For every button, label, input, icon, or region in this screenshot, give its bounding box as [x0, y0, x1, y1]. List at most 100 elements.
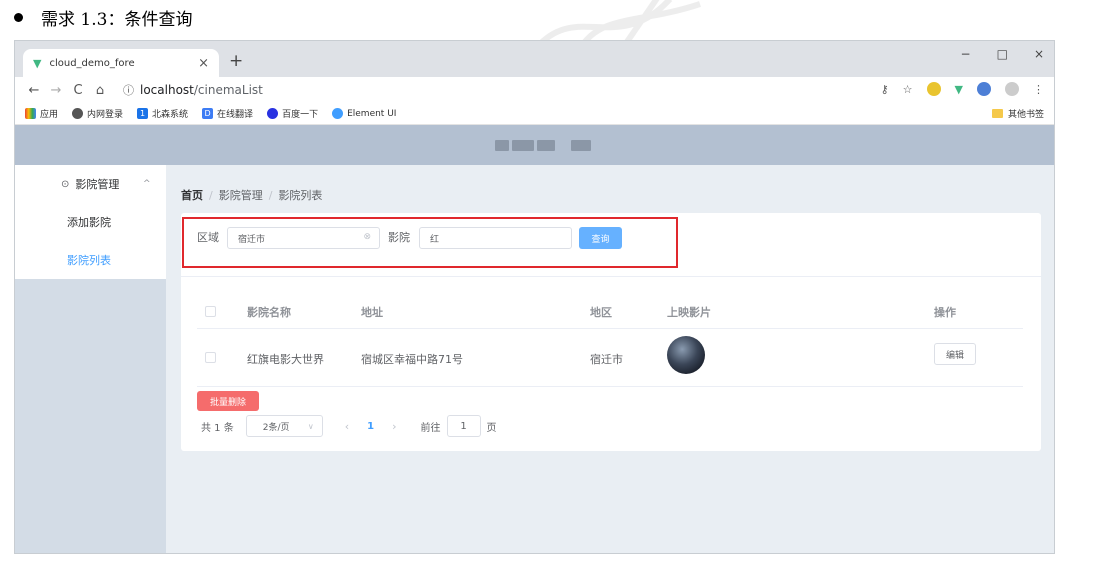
bookmark-translate[interactable]: D 在线翻译 — [202, 107, 253, 120]
clear-icon[interactable]: ⊗ — [363, 232, 371, 242]
maximize-button[interactable]: □ — [997, 47, 1008, 61]
blurred-app-title — [495, 140, 591, 151]
bookmark-element-ui[interactable]: Element UI — [332, 108, 396, 119]
region-cell: 宿迁市 — [590, 353, 623, 366]
browser-tab[interactable]: ▼ cloud_demo_fore × — [23, 49, 219, 77]
cinema-name-cell: 红旗电影大世界 — [247, 353, 324, 366]
row-checkbox[interactable] — [205, 352, 216, 363]
bookmark-baidu[interactable]: 百度一下 — [267, 107, 318, 120]
reload-icon[interactable]: C — [67, 83, 89, 98]
column-header-movies: 上映影片 — [667, 306, 711, 319]
location-icon: ⊙ — [61, 178, 70, 190]
goto-page-input[interactable]: 1 — [446, 415, 481, 437]
cinema-name-input[interactable]: 红 — [419, 227, 572, 249]
chevron-down-icon: ∨ — [307, 421, 314, 431]
extension-icon[interactable] — [926, 82, 941, 96]
element-ui-icon — [332, 108, 344, 119]
breadcrumb-cinema-list: 影院列表 — [278, 189, 323, 202]
address-bar: ← → C ⌂ ⓘ localhost /cinemaList ⚷ ☆ ▼ ⋮ — [15, 77, 1054, 103]
new-tab-button[interactable]: + — [229, 51, 243, 71]
cinema-label: 影院 — [388, 231, 410, 244]
pagination-total: 共 1 条 — [201, 422, 234, 434]
bookmarks-bar: 应用 内网登录 1 北森系统 D 在线翻译 百度一下 Element UI 其他… — [15, 103, 1054, 125]
extension-icon[interactable] — [977, 82, 991, 96]
bookmark-intranet[interactable]: 内网登录 — [72, 107, 123, 120]
sidebar-group-cinema-management[interactable]: ⊙ 影院管理 ^ — [15, 165, 166, 203]
bookmark-beisen[interactable]: 1 北森系统 — [137, 107, 188, 120]
content-card: 区域 宿迁市 ⊗ 影院 红 查询 影院名称 地址 地区 上映影片 操作 红旗电影… — [181, 213, 1041, 451]
page-size-select[interactable]: 2条/页 ∨ — [245, 415, 323, 437]
url-path: /cinemaList — [193, 83, 263, 97]
column-header-name: 影院名称 — [247, 306, 291, 319]
app-header — [15, 125, 1054, 165]
beisen-icon: 1 — [137, 108, 149, 119]
url-host: localhost — [140, 83, 194, 97]
forward-icon[interactable]: → — [45, 83, 67, 98]
query-button[interactable]: 查询 — [579, 227, 622, 249]
column-header-region: 地区 — [590, 306, 612, 319]
sidebar-menu: ⊙ 影院管理 ^ 添加影院 影院列表 — [15, 165, 166, 279]
cinema-name-value: 红 — [430, 234, 440, 245]
address-cell: 宿城区幸福中路71号 — [361, 353, 463, 366]
goto-suffix: 页 — [486, 422, 497, 434]
info-icon[interactable]: ⓘ — [123, 82, 134, 98]
region-label: 区域 — [197, 231, 219, 244]
sidebar-item-label: 影院列表 — [67, 254, 111, 267]
region-value: 宿迁市 — [238, 234, 266, 245]
column-header-actions: 操作 — [934, 306, 956, 319]
tab-close-icon[interactable]: × — [198, 56, 209, 71]
profile-avatar-icon[interactable] — [1005, 82, 1019, 96]
baidu-paw-icon — [267, 108, 279, 119]
close-window-button[interactable]: × — [1034, 47, 1044, 61]
goto-prefix: 前往 — [420, 422, 441, 434]
sidebar-group-label: 影院管理 — [75, 178, 120, 191]
sidebar-item-add-cinema[interactable]: 添加影院 — [15, 203, 166, 241]
table-header: 影院名称 地址 地区 上映影片 操作 — [197, 293, 1023, 329]
bullet-icon — [14, 12, 23, 22]
pagination: 共 1 条 2条/页 ∨ ‹ 1 › 前往 1 页 — [201, 415, 497, 437]
key-icon[interactable]: ⚷ — [881, 83, 889, 96]
sidebar-item-label: 添加影院 — [67, 216, 111, 229]
minimize-button[interactable]: − — [961, 47, 971, 61]
breadcrumb-separator: / — [209, 188, 213, 202]
breadcrumb-home[interactable]: 首页 — [181, 187, 203, 203]
breadcrumb-separator: / — [268, 188, 273, 202]
document-heading-text: 需求 1.3：条件查询 — [41, 9, 193, 30]
folder-icon — [991, 109, 1003, 118]
vue-logo-icon: ▼ — [33, 56, 42, 70]
home-icon[interactable]: ⌂ — [89, 83, 111, 98]
select-all-checkbox[interactable] — [205, 306, 216, 317]
window-controls: − □ × — [961, 47, 1044, 61]
more-menu-icon[interactable]: ⋮ — [1033, 83, 1044, 96]
apps-grid-icon — [25, 108, 36, 119]
search-form: 区域 宿迁市 ⊗ 影院 红 查询 — [181, 213, 1041, 277]
page-size-value: 2条/页 — [262, 422, 290, 433]
vue-devtools-icon[interactable]: ▼ — [955, 83, 963, 96]
toolbar-right: ⚷ ☆ ▼ ⋮ — [881, 82, 1044, 96]
prev-page-icon[interactable]: ‹ — [345, 420, 349, 433]
main-content: 首页 / 影院管理 / 影院列表 区域 宿迁市 ⊗ 影院 红 查询 影院名称 地… — [166, 165, 1054, 553]
translate-icon: D — [202, 108, 214, 119]
globe-icon — [72, 108, 84, 119]
bookmark-other[interactable]: 其他书签 — [991, 107, 1044, 120]
next-page-icon[interactable]: › — [392, 420, 396, 433]
region-select[interactable]: 宿迁市 ⊗ — [227, 227, 380, 249]
sidebar-item-cinema-list[interactable]: 影院列表 — [15, 241, 166, 279]
document-heading: 需求 1.3：条件查询 — [14, 4, 192, 30]
sidebar: ⊙ 影院管理 ^ 添加影院 影院列表 — [15, 165, 166, 553]
browser-window: ▼ cloud_demo_fore × + − □ × ← → C ⌂ ⓘ lo… — [14, 40, 1055, 554]
page-number-current[interactable]: 1 — [367, 421, 374, 432]
tab-bar: ▼ cloud_demo_fore × + − □ × — [15, 41, 1054, 77]
star-icon[interactable]: ☆ — [903, 83, 913, 96]
bookmark-apps[interactable]: 应用 — [25, 107, 58, 120]
url-field[interactable]: ⓘ localhost /cinemaList — [123, 82, 263, 98]
movie-poster-avatar — [667, 336, 705, 374]
table-row: 红旗电影大世界 宿城区幸福中路71号 宿迁市 编辑 — [197, 329, 1023, 387]
batch-delete-button[interactable]: 批量删除 — [197, 391, 259, 411]
breadcrumb: 首页 / 影院管理 / 影院列表 — [181, 187, 322, 203]
tab-title: cloud_demo_fore — [49, 57, 135, 69]
chevron-up-icon: ^ — [143, 179, 151, 189]
back-icon[interactable]: ← — [23, 83, 45, 98]
edit-button[interactable]: 编辑 — [934, 343, 976, 365]
column-header-address: 地址 — [361, 306, 383, 319]
